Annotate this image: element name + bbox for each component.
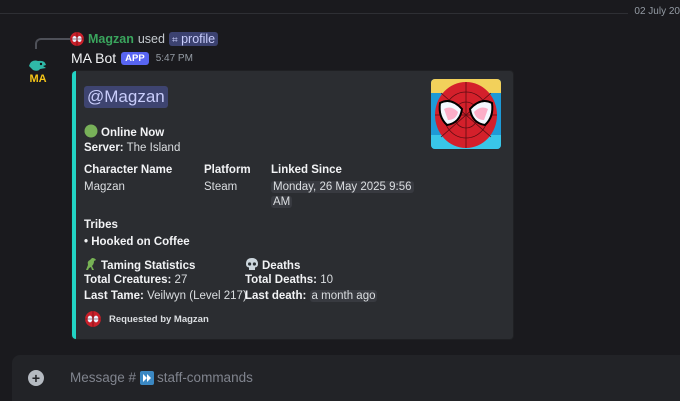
message-input[interactable]: Message # staff-commands: [70, 370, 253, 385]
plus-circle-icon[interactable]: +: [28, 370, 44, 386]
svg-text:MA: MA: [29, 73, 46, 85]
tribes-heading: Tribes: [84, 219, 118, 231]
reply-used-text: used: [137, 32, 165, 46]
character-name-heading: Character Name: [84, 164, 173, 176]
last-death-label: Last death:: [245, 290, 307, 302]
reply-connector: [35, 38, 71, 49]
tribe-item: • Hooked on Coffee: [84, 236, 190, 248]
reply-username[interactable]: Magzan: [88, 32, 134, 46]
online-status: Online Now: [84, 124, 164, 141]
placeholder-prefix: Message #: [70, 370, 137, 385]
linked-since-date: Monday, 26 May 2025 9:56: [271, 181, 414, 193]
bot-avatar[interactable]: MA: [24, 58, 52, 86]
command-reply-context[interactable]: Magzan used ⌗ profile: [70, 31, 219, 47]
bot-name[interactable]: MA Bot: [71, 50, 116, 66]
fast-forward-icon: [140, 370, 155, 385]
total-creatures-label: Total Creatures:: [84, 274, 172, 286]
date-divider-label: 02 July 20: [628, 6, 680, 17]
deaths-heading: Deaths: [245, 257, 300, 274]
embed-thumbnail[interactable]: [431, 79, 501, 149]
taming-heading: Taming Statistics: [84, 257, 195, 274]
last-death-value[interactable]: a month ago: [309, 290, 378, 302]
total-creatures-line: Total Creatures: 27: [84, 274, 187, 286]
last-tame-value: Veilwyn (Level 217): [147, 290, 247, 302]
last-death-line: Last death: a month ago: [245, 290, 378, 302]
message-timestamp[interactable]: 5:47 PM: [156, 53, 193, 64]
server-value: The Island: [126, 142, 181, 154]
user-mention[interactable]: @Magzan: [84, 86, 168, 108]
skull-icon: [245, 257, 259, 274]
status-text: Online Now: [101, 127, 165, 139]
footer-avatar: [85, 311, 101, 327]
slash-command-name: profile: [181, 32, 216, 46]
platform-heading: Platform: [204, 164, 251, 176]
channel-name: staff-commands: [157, 370, 253, 385]
character-name-value: Magzan: [84, 181, 125, 193]
linked-since-heading: Linked Since: [271, 164, 342, 176]
date-divider: [0, 13, 680, 14]
deaths-heading-text: Deaths: [262, 260, 301, 272]
message-composer[interactable]: + Message # staff-commands: [12, 355, 680, 401]
message-header: MA Bot APP 5:47 PM: [71, 50, 193, 66]
command-icon: ⌗: [171, 35, 178, 46]
app-badge: APP: [121, 51, 149, 65]
embed-accent-bar: [72, 71, 76, 339]
total-deaths-label: Total Deaths:: [245, 274, 317, 286]
linked-since-timestamp[interactable]: Monday, 26 May 2025 9:56: [271, 181, 414, 193]
linked-since-timestamp-cont[interactable]: AM: [271, 196, 293, 208]
last-tame-label: Last Tame:: [84, 290, 144, 302]
linked-since-ampm: AM: [271, 196, 293, 208]
green-circle-icon: [84, 124, 98, 141]
last-tame-line: Last Tame: Veilwyn (Level 217): [84, 290, 247, 302]
embed-footer: Requested by Magzan: [109, 314, 209, 325]
total-deaths-value: 10: [320, 274, 333, 286]
server-label: Server:: [84, 142, 124, 154]
dinosaur-icon: [84, 257, 98, 274]
total-deaths-line: Total Deaths: 10: [245, 274, 333, 286]
total-creatures-value: 27: [174, 274, 188, 286]
server-line: Server: The Island: [84, 142, 180, 154]
profile-embed: @Magzan Online Now Server: The Island Ch…: [71, 70, 514, 340]
slash-command-chip[interactable]: ⌗ profile: [168, 32, 219, 46]
platform-value: Steam: [204, 181, 238, 193]
user-avatar[interactable]: [70, 32, 84, 46]
taming-heading-text: Taming Statistics: [101, 260, 196, 272]
